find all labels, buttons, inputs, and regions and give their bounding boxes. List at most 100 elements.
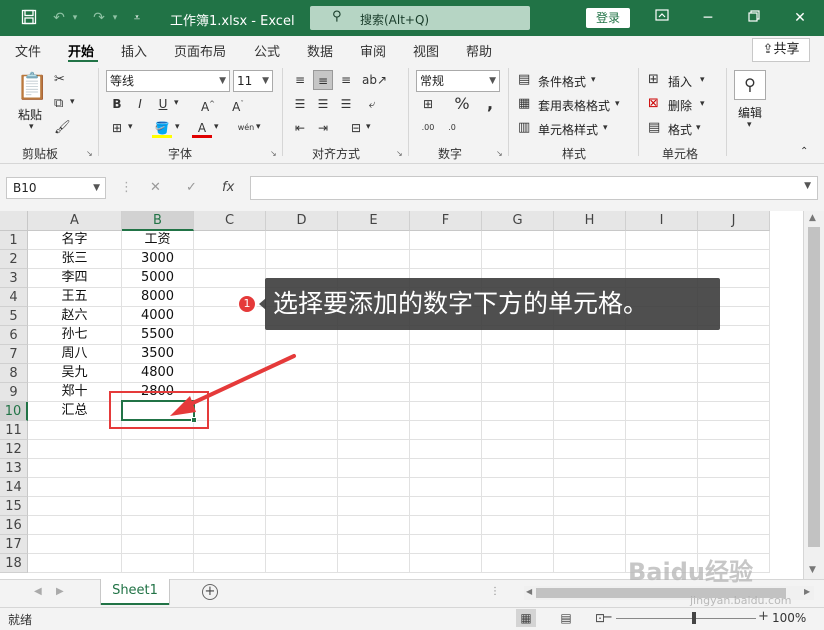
cell-d15[interactable]: [266, 497, 338, 516]
accounting-format-icon[interactable]: ⊞: [418, 94, 438, 114]
tab-home[interactable]: 开始: [68, 41, 94, 60]
cell-d18[interactable]: [266, 554, 338, 573]
cell-e8[interactable]: [338, 364, 410, 383]
cell-a12[interactable]: [28, 440, 122, 459]
cell-g7[interactable]: [482, 345, 554, 364]
cell-h17[interactable]: [554, 535, 626, 554]
bold-button[interactable]: B: [107, 94, 127, 114]
cell-d12[interactable]: [266, 440, 338, 459]
cell-i1[interactable]: [626, 231, 698, 250]
cell-a16[interactable]: [28, 516, 122, 535]
cell-i10[interactable]: [626, 402, 698, 421]
align-bottom-icon[interactable]: ≡: [336, 70, 356, 90]
cell-e16[interactable]: [338, 516, 410, 535]
zoom-in-icon[interactable]: +: [758, 609, 769, 624]
chevron-down-icon[interactable]: ▾: [615, 99, 620, 109]
cell-c13[interactable]: [194, 459, 266, 478]
cell-e17[interactable]: [338, 535, 410, 554]
sheet-tab-sheet1[interactable]: Sheet1: [101, 579, 169, 605]
borders-dropdown-icon[interactable]: ▾: [128, 122, 133, 132]
cell-j8[interactable]: [698, 364, 770, 383]
delete-cells-icon[interactable]: ⊠: [648, 96, 659, 111]
cell-d1[interactable]: [266, 231, 338, 250]
cell-d16[interactable]: [266, 516, 338, 535]
cell-f2[interactable]: [410, 250, 482, 269]
cell-c6[interactable]: [194, 326, 266, 345]
cell-a18[interactable]: [28, 554, 122, 573]
chevron-down-icon[interactable]: ▾: [696, 123, 701, 133]
underline-button[interactable]: U: [153, 94, 173, 114]
zoom-slider[interactable]: [616, 618, 756, 619]
chevron-down-icon[interactable]: ▾: [603, 123, 608, 133]
cell-e10[interactable]: [338, 402, 410, 421]
cell-h8[interactable]: [554, 364, 626, 383]
row-header-2[interactable]: 2: [0, 250, 28, 269]
copy-dropdown-icon[interactable]: ▾: [70, 97, 75, 107]
ribbon-display-icon[interactable]: [652, 8, 672, 28]
cell-i14[interactable]: [626, 478, 698, 497]
cell-i2[interactable]: [626, 250, 698, 269]
cell-f17[interactable]: [410, 535, 482, 554]
cell-e11[interactable]: [338, 421, 410, 440]
cell-g10[interactable]: [482, 402, 554, 421]
cell-j7[interactable]: [698, 345, 770, 364]
scroll-up-icon[interactable]: ▲: [809, 213, 816, 223]
close-icon[interactable]: ✕: [790, 8, 810, 28]
align-center-icon[interactable]: ☰: [313, 94, 333, 114]
paste-dropdown-icon[interactable]: ▾: [29, 122, 34, 132]
cell-a9[interactable]: 郑十: [28, 383, 122, 402]
number-launcher-icon[interactable]: ↘: [496, 149, 503, 158]
cell-h11[interactable]: [554, 421, 626, 440]
cell-j2[interactable]: [698, 250, 770, 269]
decrease-indent-icon[interactable]: ⇤: [290, 118, 310, 138]
scroll-right-icon[interactable]: ▶: [804, 587, 810, 596]
select-all-corner[interactable]: [0, 211, 28, 231]
row-header-10[interactable]: 10: [0, 402, 28, 421]
cell-f8[interactable]: [410, 364, 482, 383]
page-layout-view-icon[interactable]: ▤: [556, 609, 576, 627]
cell-f18[interactable]: [410, 554, 482, 573]
column-header-f[interactable]: F: [410, 211, 482, 231]
cell-a3[interactable]: 李四: [28, 269, 122, 288]
vertical-scrollbar[interactable]: ▲ ▼: [803, 211, 824, 579]
font-launcher-icon[interactable]: ↘: [270, 149, 277, 158]
format-as-table-button[interactable]: 套用表格格式: [538, 97, 610, 114]
row-header-18[interactable]: 18: [0, 554, 28, 573]
cell-b2[interactable]: 3000: [122, 250, 194, 269]
column-header-a[interactable]: A: [28, 211, 122, 231]
cell-j10[interactable]: [698, 402, 770, 421]
cell-a7[interactable]: 周八: [28, 345, 122, 364]
cell-a15[interactable]: [28, 497, 122, 516]
cell-f10[interactable]: [410, 402, 482, 421]
minimize-icon[interactable]: ─: [698, 8, 718, 28]
cell-d17[interactable]: [266, 535, 338, 554]
column-header-e[interactable]: E: [338, 211, 410, 231]
cell-i15[interactable]: [626, 497, 698, 516]
cell-c12[interactable]: [194, 440, 266, 459]
cell-b12[interactable]: [122, 440, 194, 459]
fill-color-dropdown-icon[interactable]: ▾: [175, 122, 180, 132]
cell-f15[interactable]: [410, 497, 482, 516]
cell-h16[interactable]: [554, 516, 626, 535]
merge-center-icon[interactable]: ⊟: [346, 118, 366, 138]
collapse-ribbon-icon[interactable]: ⌃: [800, 146, 808, 157]
orientation-icon[interactable]: ab↗: [362, 70, 387, 90]
cell-styles-icon[interactable]: ▥: [518, 120, 530, 135]
cell-c15[interactable]: [194, 497, 266, 516]
format-painter-icon[interactable]: 🖌: [54, 120, 71, 135]
cell-a4[interactable]: 王五: [28, 288, 122, 307]
font-color-icon[interactable]: A: [192, 118, 212, 138]
cell-g15[interactable]: [482, 497, 554, 516]
alignment-launcher-icon[interactable]: ↘: [396, 149, 403, 158]
number-format-select[interactable]: 常规 ▼: [416, 70, 500, 92]
cell-styles-button[interactable]: 单元格样式: [538, 121, 598, 138]
format-as-table-icon[interactable]: ▦: [518, 96, 530, 111]
cell-c5[interactable]: [194, 307, 266, 326]
row-header-12[interactable]: 12: [0, 440, 28, 459]
row-header-11[interactable]: 11: [0, 421, 28, 440]
row-header-15[interactable]: 15: [0, 497, 28, 516]
editing-button[interactable]: 编辑: [738, 104, 762, 121]
clipboard-launcher-icon[interactable]: ↘: [86, 149, 93, 158]
row-header-3[interactable]: 3: [0, 269, 28, 288]
merge-dropdown-icon[interactable]: ▾: [366, 122, 371, 132]
